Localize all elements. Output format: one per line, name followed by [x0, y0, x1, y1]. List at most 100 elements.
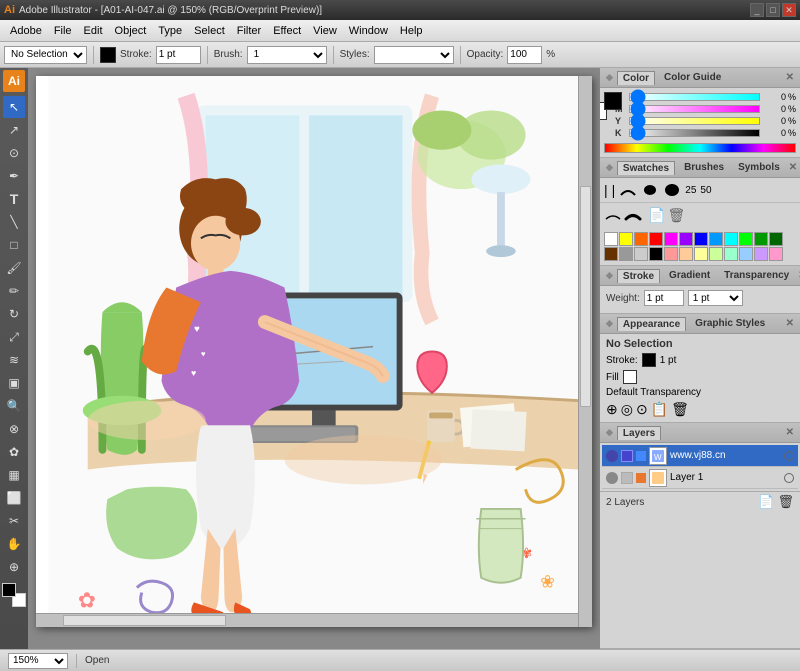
horizontal-scrollbar[interactable]	[36, 613, 578, 627]
layer-visibility-vj88[interactable]	[606, 450, 618, 462]
swatch-item-16[interactable]	[664, 247, 678, 261]
warp-tool[interactable]: ≋	[3, 349, 25, 371]
fg-color-swatch[interactable]	[2, 583, 16, 597]
swatch-item-3[interactable]	[649, 232, 663, 246]
delete-layer-icon[interactable]: 🗑	[777, 494, 794, 510]
close-button[interactable]: ✕	[782, 3, 796, 17]
vertical-scroll-thumb[interactable]	[580, 186, 591, 406]
layers-tab[interactable]: Layers	[617, 426, 661, 440]
menu-help[interactable]: Help	[394, 23, 429, 39]
gradient-tab[interactable]: Gradient	[664, 269, 715, 282]
yellow-slider[interactable]	[629, 117, 760, 125]
menu-file[interactable]: File	[48, 23, 78, 39]
magenta-slider[interactable]	[629, 105, 760, 113]
eyedropper-tool[interactable]: 🔍	[3, 395, 25, 417]
swatch-item-1[interactable]	[619, 232, 633, 246]
brushes-tab[interactable]: Brushes	[679, 161, 729, 174]
swatch-item-10[interactable]	[754, 232, 768, 246]
brush-sample-4[interactable]	[641, 183, 659, 197]
color-spectrum-bar[interactable]	[604, 143, 796, 153]
selection-tool[interactable]: ↖	[3, 96, 25, 118]
new-layer-icon[interactable]: 📄	[758, 494, 774, 510]
clear-appearance-icon[interactable]: ◎	[621, 401, 633, 418]
layer-target-layer1[interactable]	[784, 473, 794, 483]
swatch-item-4[interactable]	[664, 232, 678, 246]
stroke-value-input[interactable]	[156, 46, 201, 64]
stroke-weight-input[interactable]	[644, 290, 684, 306]
delete-brush-icon[interactable]: 🗑	[667, 207, 685, 224]
menu-edit[interactable]: Edit	[78, 23, 109, 39]
minimize-button[interactable]: _	[750, 3, 764, 17]
swatch-item-18[interactable]	[694, 247, 708, 261]
pen-tool[interactable]: ✒	[3, 165, 25, 187]
stroke-color-swatch[interactable]	[100, 47, 116, 63]
menu-select[interactable]: Select	[188, 23, 231, 39]
color-tab[interactable]: Color	[617, 71, 655, 85]
menu-view[interactable]: View	[307, 23, 343, 39]
swatch-item-14[interactable]	[634, 247, 648, 261]
zoom-tool[interactable]: ⊕	[3, 556, 25, 578]
gradient-tool[interactable]: ▣	[3, 372, 25, 394]
stroke-cap-select[interactable]: 1 pt	[688, 290, 743, 306]
blend-tool[interactable]: ⊗	[3, 418, 25, 440]
opacity-input[interactable]	[507, 46, 542, 64]
layer-visibility-layer1[interactable]	[606, 472, 618, 484]
swatch-item-6[interactable]	[694, 232, 708, 246]
swatch-item-17[interactable]	[679, 247, 693, 261]
brush-sample-1[interactable]: |	[604, 182, 608, 198]
rotate-tool[interactable]: ↻	[3, 303, 25, 325]
swatch-item-5[interactable]	[679, 232, 693, 246]
brush-sample-3[interactable]	[619, 183, 637, 197]
swatch-item-20[interactable]	[724, 247, 738, 261]
horizontal-scroll-thumb[interactable]	[63, 615, 226, 626]
swatch-item-19[interactable]	[709, 247, 723, 261]
hand-tool[interactable]: ✋	[3, 533, 25, 555]
style-dropdown[interactable]	[374, 46, 454, 64]
menu-filter[interactable]: Filter	[231, 23, 267, 39]
appearance-panel-close[interactable]: ✕	[786, 318, 794, 329]
layer-target-vj88[interactable]	[784, 451, 794, 461]
cyan-slider[interactable]	[629, 93, 760, 101]
line-tool[interactable]: ╲	[3, 211, 25, 233]
reduce-to-basic-icon[interactable]: ⊙	[636, 401, 648, 418]
transparency-tab[interactable]: Transparency	[719, 269, 794, 282]
menu-effect[interactable]: Effect	[267, 23, 307, 39]
vertical-scrollbar[interactable]	[578, 76, 592, 627]
symbol-sprayer-tool[interactable]: ✿	[3, 441, 25, 463]
stroke-tab[interactable]: Stroke	[617, 269, 660, 283]
swatch-item-0[interactable]	[604, 232, 618, 246]
swatch-item-9[interactable]	[739, 232, 753, 246]
menu-type[interactable]: Type	[152, 23, 188, 39]
swatch-item-8[interactable]	[724, 232, 738, 246]
pencil-tool[interactable]: ✏	[3, 280, 25, 302]
foreground-color-swatch[interactable]	[604, 92, 622, 110]
swatch-item-2[interactable]	[634, 232, 648, 246]
swatch-item-22[interactable]	[754, 247, 768, 261]
brush-stroke-1[interactable]	[604, 209, 622, 223]
new-brush-icon[interactable]: 📄	[648, 207, 665, 224]
swatch-item-11[interactable]	[769, 232, 783, 246]
brush-stroke-2[interactable]	[624, 209, 642, 223]
delete-item-icon[interactable]: 🗑	[671, 401, 689, 418]
brush-dropdown[interactable]: 1	[247, 46, 327, 64]
swatch-item-12[interactable]	[604, 247, 618, 261]
restore-button[interactable]: □	[766, 3, 780, 17]
color-panel-close[interactable]: ✕	[786, 72, 794, 83]
color-guide-tab[interactable]: Color Guide	[659, 71, 726, 84]
symbols-tab[interactable]: Symbols	[733, 161, 785, 174]
fill-app-swatch[interactable]	[623, 370, 637, 384]
swatches-tab[interactable]: Swatches	[617, 161, 675, 175]
graph-tool[interactable]: ▦	[3, 464, 25, 486]
layer-row-layer1[interactable]: Layer 1	[602, 467, 798, 489]
graphic-styles-tab[interactable]: Graphic Styles	[690, 317, 770, 330]
selection-dropdown[interactable]: No Selection	[4, 46, 87, 64]
menu-window[interactable]: Window	[343, 23, 394, 39]
swatch-item-15[interactable]	[649, 247, 663, 261]
swatch-item-7[interactable]	[709, 232, 723, 246]
add-effect-icon[interactable]: ⊕	[606, 401, 618, 418]
direct-selection-tool[interactable]: ↗	[3, 119, 25, 141]
swatch-item-13[interactable]	[619, 247, 633, 261]
rectangle-tool[interactable]: □	[3, 234, 25, 256]
scale-tool[interactable]: ⤢	[3, 326, 25, 348]
swatch-item-23[interactable]	[769, 247, 783, 261]
